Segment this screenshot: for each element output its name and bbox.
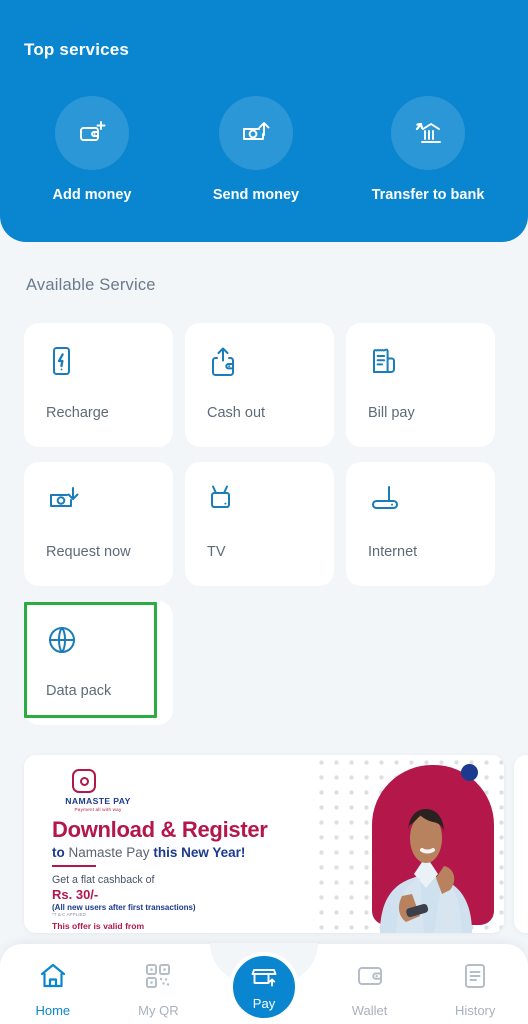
top-service-transfer-to-bank[interactable]: Transfer to bank	[340, 96, 516, 203]
wallet-plus-icon	[55, 96, 129, 170]
bottom-nav-item-my-qr[interactable]: My QR	[106, 962, 212, 1018]
service-card-label: Bill pay	[368, 405, 415, 421]
promo-subline: to Namaste Pay this New Year!	[52, 845, 245, 860]
promo-subline-mid: this	[153, 845, 177, 860]
brand-name: NAMASTE PAY	[52, 796, 144, 806]
service-card-label: Recharge	[46, 405, 109, 421]
available-service-title: Available Service	[26, 276, 156, 295]
television-icon	[207, 484, 334, 526]
service-card-request-now[interactable]: Request now	[24, 462, 173, 586]
promo-banner-next[interactable]	[514, 755, 528, 933]
promo-offer-amount: Rs. 30/-	[52, 887, 98, 902]
brand-tagline: Payment all with way	[52, 807, 144, 812]
bottom-nav-item-wallet[interactable]: Wallet	[317, 962, 423, 1018]
service-card-label: Request now	[46, 544, 131, 560]
promo-offer-note: (All new users after first transactions)	[52, 903, 196, 912]
bank-arrow-icon	[391, 96, 465, 170]
promo-subline-brand: Namaste Pay	[69, 845, 150, 860]
globe-icon	[46, 623, 173, 665]
qr-code-icon	[144, 962, 172, 995]
bottom-navigation-bar: Home My	[0, 944, 528, 1024]
bottom-nav-label: Home	[35, 1003, 70, 1018]
bottom-nav-item-home[interactable]: Home	[0, 962, 106, 1018]
pay-fab-button[interactable]: Pay	[229, 952, 299, 1022]
banknote-up-arrow-icon	[219, 96, 293, 170]
pay-fab-label: Pay	[253, 996, 275, 1011]
available-service-grid: Recharge Cash out Bill pa	[24, 323, 504, 725]
top-service-label: Transfer to bank	[372, 187, 485, 203]
app-screen: Top services Add money	[0, 0, 528, 1024]
service-card-cash-out[interactable]: Cash out	[185, 323, 334, 447]
home-icon	[38, 962, 68, 995]
service-card-tv[interactable]: TV	[185, 462, 334, 586]
phone-bolt-icon	[46, 345, 173, 387]
list-icon	[461, 962, 489, 995]
top-services-title: Top services	[24, 40, 129, 60]
service-card-internet[interactable]: Internet	[346, 462, 495, 586]
wallet-up-arrow-icon	[207, 345, 334, 387]
bottom-nav-label: Wallet	[352, 1003, 388, 1018]
service-card-bill-pay[interactable]: Bill pay	[346, 323, 495, 447]
service-card-label: Cash out	[207, 405, 265, 421]
shop-arrow-icon	[249, 963, 279, 994]
promo-subline-suffix: New Year!	[181, 845, 245, 860]
promo-offer-terms: *T & C APPLIED	[52, 912, 86, 917]
invoice-icon	[368, 345, 495, 387]
promo-banner[interactable]: NAMASTE PAY Payment all with way Downloa…	[24, 755, 504, 933]
router-icon	[368, 484, 495, 526]
service-card-label: TV	[207, 544, 226, 560]
top-service-send-money[interactable]: Send money	[172, 96, 340, 203]
promo-validity: This offer is valid from 1st Baisakh, 20…	[52, 921, 209, 933]
promo-offer-line: Get a flat cashback of	[52, 874, 154, 886]
promo-person-illustration	[372, 778, 490, 933]
wallet-icon	[355, 962, 385, 995]
bottom-nav-label: History	[455, 1003, 495, 1018]
brand-logo: NAMASTE PAY Payment all with way	[52, 769, 144, 812]
service-card-recharge[interactable]: Recharge	[24, 323, 173, 447]
bottom-nav-label: My QR	[138, 1003, 178, 1018]
brand-mark-icon	[72, 769, 96, 793]
top-service-label: Send money	[213, 187, 299, 203]
promo-validity-range: 1st Baisakh, 2079 to 7th Baisakh, 2079	[52, 932, 209, 933]
service-card-label: Data pack	[46, 683, 111, 699]
divider	[52, 865, 96, 867]
promo-headline: Download & Register	[52, 817, 268, 843]
promo-subline-prefix: to	[52, 845, 65, 860]
top-service-label: Add money	[53, 187, 132, 203]
promo-validity-label: This offer is valid from	[52, 921, 144, 931]
service-card-data-pack[interactable]: Data pack	[24, 601, 173, 725]
top-services-panel: Top services Add money	[0, 0, 528, 242]
top-service-add-money[interactable]: Add money	[12, 96, 172, 203]
service-card-label: Internet	[368, 544, 417, 560]
promo-carousel[interactable]: NAMASTE PAY Payment all with way Downloa…	[0, 755, 528, 940]
bottom-nav-item-history[interactable]: History	[422, 962, 528, 1018]
banknote-down-arrow-icon	[46, 484, 173, 526]
top-services-list: Add money Send money	[0, 96, 528, 203]
